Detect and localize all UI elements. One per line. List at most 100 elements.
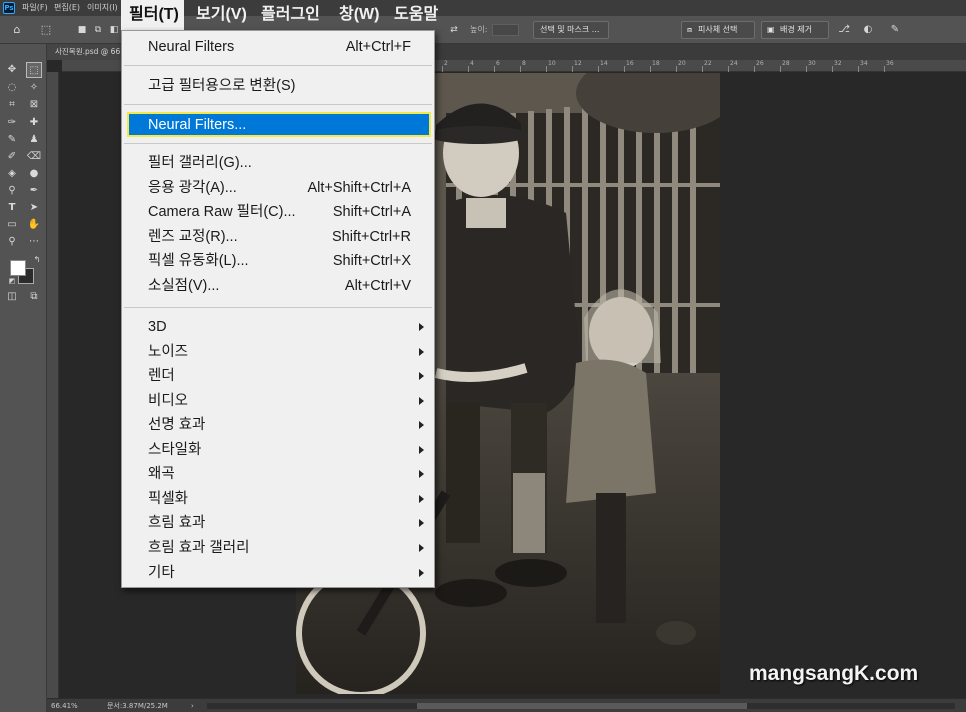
swap-colors-icon[interactable]: ↰ [29, 252, 45, 268]
menu-separator [124, 65, 432, 66]
eyedropper-tool-icon[interactable]: ✑ [4, 115, 20, 131]
menu-filter[interactable]: 필터(T) [129, 4, 179, 26]
marquee-tool-icon[interactable]: ⬚ [26, 62, 42, 78]
history-brush-tool-icon[interactable]: ✐ [4, 149, 20, 165]
ruler-tick-label: 36 [886, 60, 894, 67]
contrast-icon[interactable]: ◐ [860, 22, 876, 38]
submenu-blur[interactable]: 흐림 효과 [122, 511, 434, 535]
ruler-tick [494, 66, 495, 72]
menu-file[interactable]: 파일(F) [22, 0, 48, 16]
eraser-tool-icon[interactable]: ⌫ [26, 149, 42, 165]
menu-help[interactable]: 도움말 [394, 4, 438, 26]
submenu-blur-gallery[interactable]: 흐림 효과 갤러리 [122, 536, 434, 560]
quick-mask-icon[interactable]: ◫ [4, 289, 20, 305]
marquee-tool-preset-icon[interactable]: ⬚ [38, 22, 54, 38]
ruler-tick [858, 66, 859, 72]
ruler-tick-label: 24 [730, 60, 738, 67]
move-tool-icon[interactable]: ✥ [4, 62, 20, 78]
submenu-stylize[interactable]: 스타일화 [122, 438, 434, 462]
submenu-render[interactable]: 렌더 [122, 364, 434, 388]
menu-item-label: Neural Filters... [148, 117, 247, 133]
submenu-other[interactable]: 기타 [122, 561, 434, 585]
submenu-sharpen[interactable]: 선명 효과 [122, 413, 434, 437]
menu-item-label: 고급 필터용으로 변환(S) [148, 78, 296, 94]
submenu-video[interactable]: 비디오 [122, 389, 434, 413]
menu-plugins[interactable]: 플러그인 [261, 4, 320, 26]
menu-item-label: 흐림 효과 갤러리 [148, 540, 250, 556]
document-tab[interactable]: 사진복원.psd @ 66 [47, 44, 129, 60]
menu-item-filter-gallery[interactable]: 필터 갤러리(G)... [122, 151, 434, 175]
remove-background-button[interactable]: ▣ 배경 제거 [761, 21, 829, 39]
ruler-tick-label: 22 [704, 60, 712, 67]
brush-tool-icon[interactable]: ✎ [4, 132, 20, 148]
menu-item-liquify[interactable]: 픽셀 유동화(L)... Shift+Ctrl+X [122, 249, 434, 273]
lasso-tool-icon[interactable]: ◌ [4, 80, 20, 96]
frame-tool-icon[interactable]: ⊠ [26, 97, 42, 113]
menu-window[interactable]: 창(W) [339, 4, 379, 26]
flip-icon[interactable]: ⎇ [836, 22, 852, 38]
menu-item-label: 비디오 [148, 393, 189, 409]
zoom-tool-icon[interactable]: ⚲ [4, 234, 20, 250]
height-label: 높이: [470, 25, 488, 34]
submenu-arrow-icon [419, 372, 424, 380]
menu-item-camera-raw-filter[interactable]: Camera Raw 필터(C)... Shift+Ctrl+A [122, 200, 434, 224]
document-size[interactable]: 문서:3.87M/25.2M [107, 699, 168, 712]
menu-edit[interactable]: 편집(E) [54, 0, 80, 16]
menu-separator [124, 307, 432, 308]
menu-image[interactable]: 이미지(I) [87, 0, 118, 16]
menu-item-convert-smart-filters[interactable]: 고급 필터용으로 변환(S) [122, 74, 434, 98]
crop-tool-icon[interactable]: ⌗ [4, 97, 20, 113]
submenu-distort[interactable]: 왜곡 [122, 462, 434, 486]
new-selection-icon[interactable]: ■ [74, 22, 90, 38]
rectangle-tool-icon[interactable]: ▭ [4, 217, 20, 233]
healing-brush-tool-icon[interactable]: ✚ [26, 115, 42, 131]
paint-bucket-tool-icon[interactable]: ◈ [4, 166, 20, 182]
height-field[interactable] [492, 24, 519, 36]
select-and-mask-button[interactable]: 선택 및 마스크 ... [533, 21, 609, 39]
submenu-pixelate[interactable]: 픽셀화 [122, 487, 434, 511]
add-selection-icon[interactable]: ⧉ [90, 22, 106, 38]
menu-separator [124, 143, 432, 144]
horizontal-scrollbar[interactable] [207, 703, 955, 709]
ruler-tick-label: 4 [470, 60, 474, 67]
home-icon[interactable]: ⌂ [9, 22, 25, 38]
select-subject-button[interactable]: ⧈ 피사체 선택 [681, 21, 755, 39]
path-select-tool-icon[interactable]: ➤ [26, 200, 42, 216]
menu-item-label: 픽셀 유동화(L)... [148, 253, 249, 269]
type-tool-icon[interactable]: T [4, 200, 20, 216]
menu-item-last-filter[interactable]: Neural Filters Alt+Ctrl+F [122, 35, 434, 59]
scrollbar-thumb[interactable] [417, 703, 747, 709]
clone-stamp-tool-icon[interactable]: ♟ [26, 132, 42, 148]
dodge-tool-icon[interactable]: ⚲ [4, 183, 20, 199]
menu-item-label: 흐림 효과 [148, 515, 206, 531]
brush-settings-icon[interactable]: ✎ [887, 22, 903, 38]
ruler-tick-label: 32 [834, 60, 842, 67]
quick-select-tool-icon[interactable]: ✧ [26, 80, 42, 96]
menu-item-adaptive-wide-angle[interactable]: 응용 광각(A)... Alt+Shift+Ctrl+A [122, 176, 434, 200]
swap-icon[interactable]: ⇄ [446, 22, 462, 38]
menu-item-vanishing-point[interactable]: 소실점(V)... Alt+Ctrl+V [122, 274, 434, 298]
menu-item-label: 소실점(V)... [148, 278, 220, 294]
ruler-tick [702, 66, 703, 72]
hand-tool-icon[interactable]: ✋ [26, 217, 42, 233]
status-arrow-icon[interactable]: › [191, 699, 194, 712]
menu-item-lens-correction[interactable]: 렌즈 교정(R)... Shift+Ctrl+R [122, 225, 434, 249]
submenu-noise[interactable]: 노이즈 [122, 340, 434, 364]
ruler-tick-label: 6 [496, 60, 500, 67]
subtract-selection-icon[interactable]: ◧ [106, 22, 122, 38]
screen-mode-icon[interactable]: ⧉ [26, 289, 42, 305]
submenu-arrow-icon [419, 519, 424, 527]
submenu-3d[interactable]: 3D [122, 315, 434, 339]
zoom-level[interactable]: 66.41% [51, 699, 78, 712]
pen-tool-icon[interactable]: ✒ [26, 183, 42, 199]
default-colors-icon[interactable]: ◩ [4, 273, 20, 289]
menu-item-neural-filters[interactable]: Neural Filters... [122, 113, 434, 137]
blur-tool-icon[interactable]: ● [26, 166, 42, 182]
ruler-tick-label: 10 [548, 60, 556, 67]
menu-view[interactable]: 보기(V) [196, 4, 247, 26]
submenu-arrow-icon [419, 544, 424, 552]
menu-item-label: 왜곡 [148, 466, 175, 482]
more-tools-icon[interactable]: ⋯ [26, 234, 42, 250]
menu-item-label: Camera Raw 필터(C)... [148, 204, 296, 220]
ruler-tick [728, 66, 729, 72]
